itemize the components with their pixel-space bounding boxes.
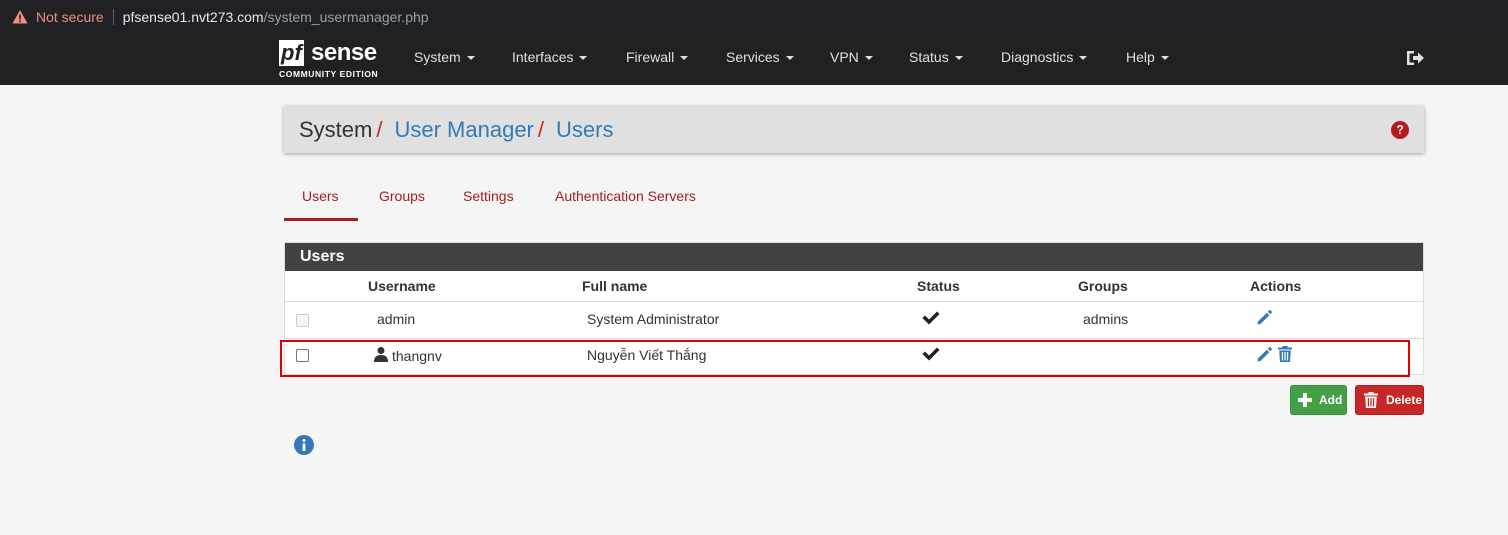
nav-interfaces[interactable]: Interfaces xyxy=(512,49,588,65)
nav-help-label: Help xyxy=(1126,49,1155,65)
col-header-actions: Actions xyxy=(1250,278,1302,294)
caret-down-icon xyxy=(954,55,963,60)
nav-vpn-label: VPN xyxy=(830,49,859,65)
logout-icon[interactable] xyxy=(1405,49,1425,67)
browser-address-bar[interactable]: Not secure pfsense01.nvt273.com /system_… xyxy=(0,0,1508,33)
nav-help[interactable]: Help xyxy=(1126,49,1169,65)
row-select-checkbox xyxy=(296,314,309,327)
breadcrumb-users[interactable]: Users xyxy=(556,117,613,143)
nav-firewall-label: Firewall xyxy=(626,49,675,65)
caret-down-icon xyxy=(579,55,588,60)
selection-highlight-box xyxy=(280,340,1410,377)
caret-down-icon xyxy=(466,55,475,60)
check-icon xyxy=(922,311,940,325)
users-panel-title: Users xyxy=(285,243,1423,271)
col-header-status[interactable]: Status xyxy=(917,278,960,294)
caret-down-icon xyxy=(785,55,794,60)
breadcrumb-user-manager[interactable]: User Manager xyxy=(394,117,533,143)
breadcrumb-separator: / xyxy=(376,116,383,142)
col-header-username[interactable]: Username xyxy=(368,278,436,294)
header-divider xyxy=(285,301,1423,302)
help-icon[interactable] xyxy=(1391,121,1409,139)
plus-icon xyxy=(1298,393,1312,407)
row-username: admin xyxy=(377,311,416,327)
breadcrumb-separator: / xyxy=(537,116,544,142)
tab-users[interactable]: Users xyxy=(302,188,339,204)
row-fullname: System Administrator xyxy=(587,311,720,327)
active-tab-indicator xyxy=(284,218,358,221)
nav-status-label: Status xyxy=(909,49,949,65)
add-button-label: Add xyxy=(1319,393,1343,407)
tab-authentication-servers[interactable]: Authentication Servers xyxy=(555,188,696,204)
logo-edition: COMMUNITY EDITION xyxy=(279,69,379,79)
trash-icon xyxy=(1364,392,1378,408)
not-secure-label[interactable]: Not secure xyxy=(36,9,104,25)
edit-pencil-icon[interactable] xyxy=(1255,309,1273,327)
address-separator xyxy=(112,8,114,25)
delete-button-label: Delete xyxy=(1386,393,1423,407)
url-path: /system_usermanager.php xyxy=(263,8,429,25)
nav-system[interactable]: System xyxy=(414,49,475,65)
nav-system-label: System xyxy=(414,49,461,65)
row-groups: admins xyxy=(1083,311,1129,327)
logo-sense: sense xyxy=(311,39,377,66)
nav-diagnostics[interactable]: Diagnostics xyxy=(1001,49,1088,65)
nav-vpn[interactable]: VPN xyxy=(830,49,873,65)
nav-interfaces-label: Interfaces xyxy=(512,49,574,65)
logo-pf: pf xyxy=(279,40,304,66)
nav-firewall[interactable]: Firewall xyxy=(626,49,689,65)
caret-down-icon xyxy=(680,55,689,60)
row-divider xyxy=(285,338,1423,339)
nav-diagnostics-label: Diagnostics xyxy=(1001,49,1074,65)
nav-status[interactable]: Status xyxy=(909,49,963,65)
warning-icon xyxy=(12,9,28,23)
top-navbar: pf sense COMMUNITY EDITION System Interf… xyxy=(0,33,1508,85)
url-host: pfsense01.nvt273.com xyxy=(122,8,264,25)
nav-services[interactable]: Services xyxy=(726,49,794,65)
pfsense-logo[interactable]: pf sense COMMUNITY EDITION xyxy=(279,40,389,80)
breadcrumb-system: System xyxy=(299,116,373,142)
add-user-button[interactable]: Add xyxy=(1290,385,1347,415)
tab-groups[interactable]: Groups xyxy=(379,188,425,204)
info-icon[interactable] xyxy=(294,435,314,455)
col-header-fullname[interactable]: Full name xyxy=(582,278,647,294)
caret-down-icon xyxy=(1079,55,1088,60)
caret-down-icon xyxy=(1160,55,1169,60)
caret-down-icon xyxy=(864,55,873,60)
delete-users-button[interactable]: Delete xyxy=(1355,385,1424,415)
tab-settings[interactable]: Settings xyxy=(463,188,514,204)
col-header-groups[interactable]: Groups xyxy=(1078,278,1128,294)
breadcrumb: System / User Manager / Users xyxy=(284,106,1424,153)
nav-services-label: Services xyxy=(726,49,780,65)
